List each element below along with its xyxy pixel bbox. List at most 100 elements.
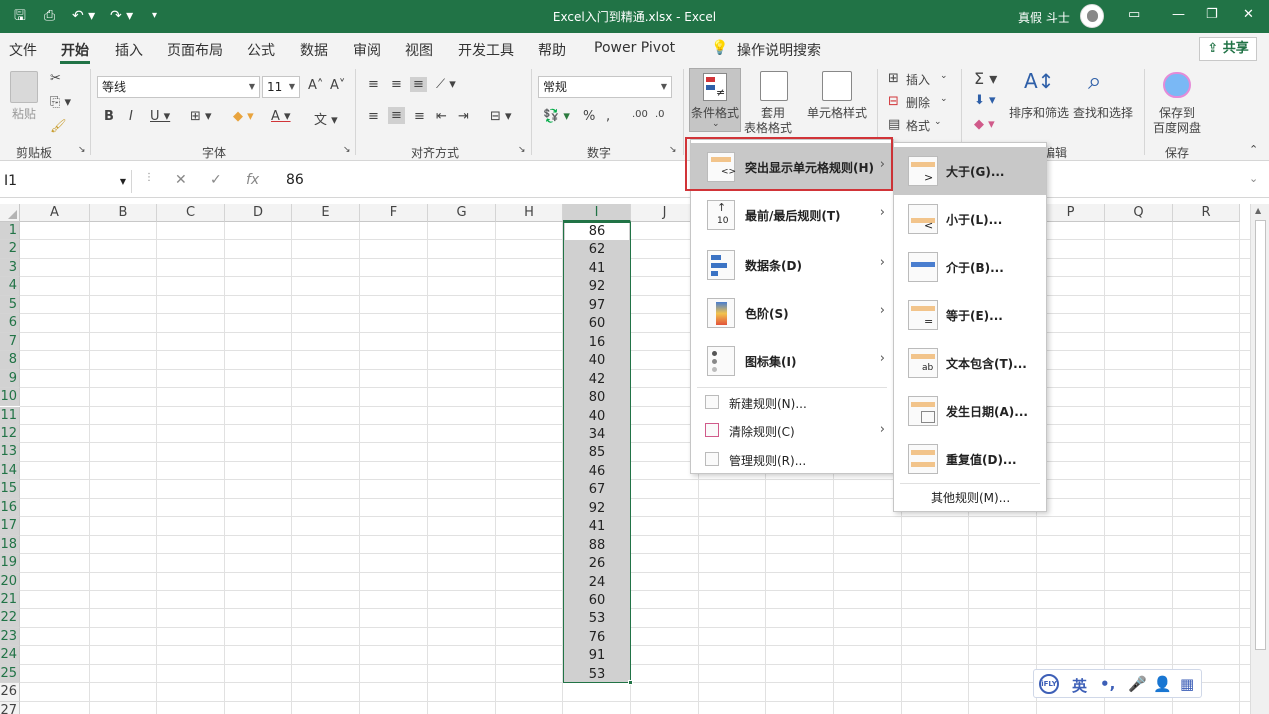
fill-handle[interactable] (628, 680, 633, 686)
tab-view[interactable]: 视图 (405, 40, 433, 60)
row-header-26[interactable]: 26 (0, 683, 20, 702)
column-header-I[interactable]: I (563, 204, 631, 222)
cell-I24[interactable]: 91 (563, 647, 631, 665)
find-select-icon[interactable]: ⌕ (1088, 67, 1101, 95)
font-size-select[interactable]: 11 ▼ (262, 76, 300, 98)
cell-I16[interactable]: 92 (563, 500, 631, 518)
sort-filter-label[interactable]: 排序和筛选 (1009, 104, 1069, 121)
submenu-item-equal-to[interactable]: = 等于(E)... (894, 291, 1046, 339)
row-header-6[interactable]: 6 (0, 314, 20, 333)
cell-I12[interactable]: 34 (563, 426, 631, 444)
vertical-scrollbar[interactable]: ▲ (1250, 204, 1269, 714)
row-header-3[interactable]: 3 (0, 258, 20, 278)
comma-style-icon[interactable]: , (606, 109, 610, 124)
fill-color-icon[interactable]: ◆ ▾ (233, 109, 254, 124)
column-header-A[interactable]: A (20, 204, 90, 222)
row-header-15[interactable]: 15 (0, 480, 20, 499)
cell-I9[interactable]: 42 (563, 371, 631, 389)
column-header-G[interactable]: G (428, 204, 496, 222)
cell-I4[interactable]: 92 (563, 278, 631, 296)
cell-I20[interactable]: 24 (563, 574, 631, 592)
baidu-cloud-icon[interactable] (1163, 72, 1191, 98)
ifly-logo-icon[interactable]: iFLY (1039, 674, 1059, 694)
align-middle-icon[interactable]: ≡ (391, 77, 402, 92)
submenu-item-date-occurring[interactable]: 发生日期(A)... (894, 387, 1046, 435)
conditional-format-button[interactable]: ≠ 条件格式 ⌄ (689, 68, 741, 132)
collapse-ribbon-icon[interactable]: ⌃ (1249, 143, 1258, 156)
phonetic-icon[interactable]: 文 ▾ (314, 109, 338, 128)
column-header-B[interactable]: B (90, 204, 157, 222)
align-top-icon[interactable]: ≡ (368, 77, 379, 92)
submenu-item-duplicate-values[interactable]: 重复值(D)... (894, 435, 1046, 483)
row-header-21[interactable]: 21 (0, 591, 20, 610)
format-as-table-icon[interactable] (760, 71, 788, 101)
copy-icon[interactable]: ⎘ ▾ (50, 95, 71, 110)
share-button[interactable]: ⇪ 共享 (1199, 37, 1257, 61)
insert-function-icon[interactable]: fx (246, 172, 259, 188)
find-select-label[interactable]: 查找和选择 (1073, 104, 1133, 121)
underline-icon[interactable]: U ▾ (150, 109, 170, 124)
cell-I13[interactable]: 85 (563, 444, 631, 462)
row-header-1[interactable]: 1 (0, 222, 20, 241)
align-right-icon[interactable]: ≡ (414, 109, 425, 124)
cell-I2[interactable]: 62 (563, 241, 631, 259)
more-options-icon[interactable]: ⋮ (144, 172, 154, 183)
orientation-icon[interactable]: ⟋ ▾ (436, 77, 456, 92)
tab-formulas[interactable]: 公式 (247, 40, 275, 60)
delete-cells-icon[interactable]: ⊟ (888, 94, 899, 109)
row-header-27[interactable]: 27 (0, 701, 20, 714)
avatar[interactable] (1080, 4, 1104, 28)
cell-I22[interactable]: 53 (563, 610, 631, 628)
row-header-7[interactable]: 7 (0, 332, 20, 352)
cancel-icon[interactable]: ✕ (175, 172, 187, 188)
submenu-item-less-than[interactable]: < 小于(L)... (894, 195, 1046, 243)
column-header-Q[interactable]: Q (1105, 204, 1173, 222)
cell-I18[interactable]: 88 (563, 537, 631, 555)
number-launcher-icon[interactable]: ↘ (669, 145, 677, 155)
clear-icon[interactable]: ◆ ▾ (974, 117, 995, 132)
microphone-icon[interactable]: 🎤 (1128, 675, 1147, 693)
increase-font-icon[interactable]: A˄ (308, 78, 323, 93)
row-header-8[interactable]: 8 (0, 351, 20, 370)
sort-filter-icon[interactable]: A↕ (1024, 69, 1054, 93)
punctuation-icon[interactable]: •, (1100, 675, 1115, 693)
row-header-19[interactable]: 19 (0, 554, 20, 573)
font-name-select[interactable]: 等线 ▼ (97, 76, 260, 98)
save-to-label-2[interactable]: 百度网盘 (1153, 119, 1201, 136)
tab-power-pivot[interactable]: Power Pivot (594, 40, 675, 56)
font-launcher-icon[interactable]: ↘ (343, 145, 351, 155)
decrease-decimal-icon[interactable]: .0 (655, 109, 665, 120)
format-as-table-label-2[interactable]: 表格格式 (744, 119, 792, 136)
font-color-icon[interactable]: A ▾ (271, 109, 291, 124)
ribbon-display-options-icon[interactable]: ▭ (1128, 7, 1140, 22)
format-cells-label[interactable]: 格式 (906, 117, 930, 134)
column-header-P[interactable]: P (1037, 204, 1105, 222)
row-header-11[interactable]: 11 (0, 406, 20, 425)
tab-file[interactable]: 文件 (9, 40, 37, 60)
percent-icon[interactable]: % (583, 109, 595, 124)
cell-I23[interactable]: 76 (563, 629, 631, 647)
cell-I10[interactable]: 80 (563, 389, 631, 407)
cell-I25[interactable]: 53 (563, 666, 631, 684)
insert-cells-label[interactable]: 插入 (906, 71, 930, 88)
select-all-button[interactable] (0, 204, 20, 222)
ime-language-toggle[interactable]: 英 (1072, 675, 1087, 696)
row-header-4[interactable]: 4 (0, 277, 20, 296)
worksheet-grid[interactable]: ABCDEFGHIJKLMNOPQR1234567891011121314151… (0, 204, 1250, 714)
row-header-9[interactable]: 9 (0, 369, 20, 389)
row-header-13[interactable]: 13 (0, 443, 20, 462)
menu-item-icon-sets[interactable]: 图标集(I) › (691, 337, 893, 385)
tab-insert[interactable]: 插入 (115, 40, 143, 60)
menu-item-color-scales[interactable]: 色阶(S) › (691, 289, 893, 337)
name-box[interactable]: I1 ▼ (2, 170, 132, 193)
cell-I6[interactable]: 60 (563, 315, 631, 333)
submenu-item-text-contains[interactable]: ab 文本包含(T)... (894, 339, 1046, 387)
autosum-icon[interactable]: Σ ▾ (974, 69, 997, 88)
row-header-24[interactable]: 24 (0, 646, 20, 665)
tab-home[interactable]: 开始 (61, 40, 89, 60)
column-header-F[interactable]: F (360, 204, 428, 222)
menu-item-data-bars[interactable]: 数据条(D) › (691, 241, 893, 289)
row-header-18[interactable]: 18 (0, 535, 20, 555)
minimize-icon[interactable]: — (1172, 7, 1185, 22)
column-header-C[interactable]: C (157, 204, 225, 222)
